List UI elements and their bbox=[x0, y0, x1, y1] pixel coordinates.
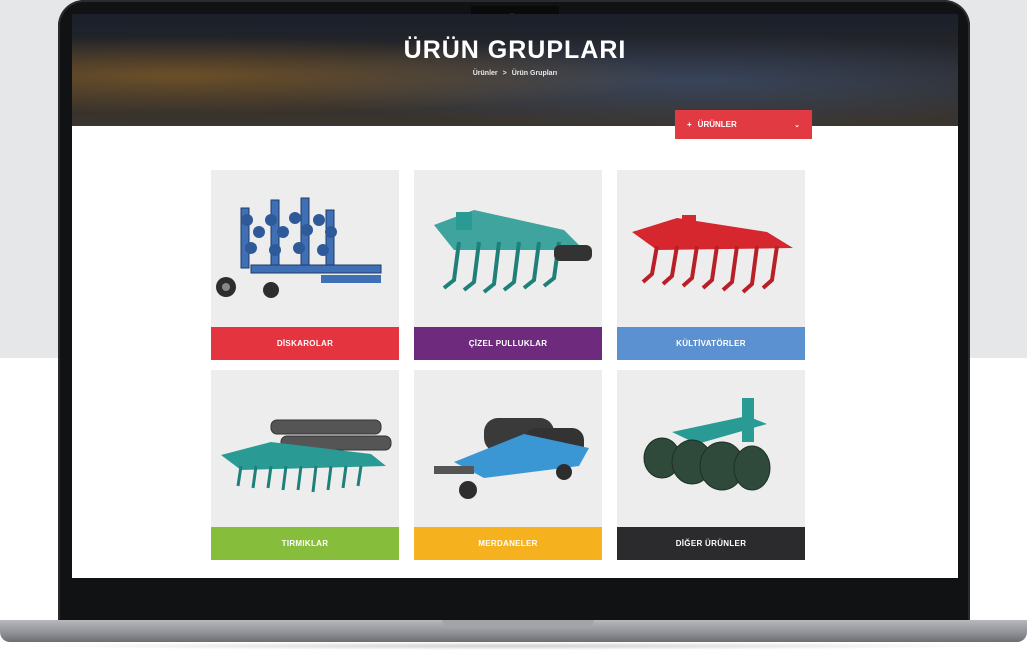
laptop-base-notch bbox=[442, 620, 594, 628]
product-card-chisel-ploughs[interactable]: ÇİZEL PULLUKLAR bbox=[414, 170, 602, 360]
harrow-image bbox=[211, 370, 399, 527]
disc-harrow-image bbox=[211, 170, 399, 327]
roller-image bbox=[414, 370, 602, 527]
breadcrumb-item-product-groups: Ürün Grupları bbox=[511, 70, 558, 77]
product-label-other-products: DİĞER ÜRÜNLER bbox=[617, 527, 805, 560]
plus-icon: + bbox=[687, 120, 692, 129]
product-label-cultivators: KÜLTİVATÖRLER bbox=[617, 327, 805, 360]
hero-banner: ÜRÜN GRUPLARI Ürünler > Ürün Grupları bbox=[72, 14, 958, 126]
product-label-rollers: MERDANELER bbox=[414, 527, 602, 560]
product-label-chisel-ploughs: ÇİZEL PULLUKLAR bbox=[414, 327, 602, 360]
product-card-rollers[interactable]: MERDANELER bbox=[414, 370, 602, 560]
product-card-other-products[interactable]: DİĞER ÜRÜNLER bbox=[617, 370, 805, 560]
product-card-cultivators[interactable]: KÜLTİVATÖRLER bbox=[617, 170, 805, 360]
cultivator-image bbox=[617, 170, 805, 327]
chisel-plough-image bbox=[414, 170, 602, 327]
breadcrumb-separator: > bbox=[502, 70, 507, 77]
breadcrumb-item-products[interactable]: Ürünler bbox=[473, 70, 498, 77]
laptop-screen: ÜRÜN GRUPLARI Ürünler > Ürün Grupları + ÜR… bbox=[72, 14, 958, 578]
laptop-shadow bbox=[20, 642, 1007, 650]
product-card-harrows[interactable]: TIRMIKLAR bbox=[211, 370, 399, 560]
other-products-image bbox=[617, 370, 805, 527]
page-title: ÜRÜN GRUPLARI bbox=[403, 36, 627, 64]
product-label-disc-harrows: DİSKAROLAR bbox=[211, 327, 399, 360]
breadcrumb: Ürünler > Ürün Grupları bbox=[72, 70, 958, 77]
products-dropdown[interactable]: + ÜRÜNLER ⌄ bbox=[675, 110, 812, 139]
product-label-harrows: TIRMIKLAR bbox=[211, 527, 399, 560]
chevron-down-icon: ⌄ bbox=[794, 121, 800, 129]
products-dropdown-label: ÜRÜNLER bbox=[697, 120, 737, 129]
product-card-disc-harrows[interactable]: DİSKAROLAR bbox=[211, 170, 399, 360]
